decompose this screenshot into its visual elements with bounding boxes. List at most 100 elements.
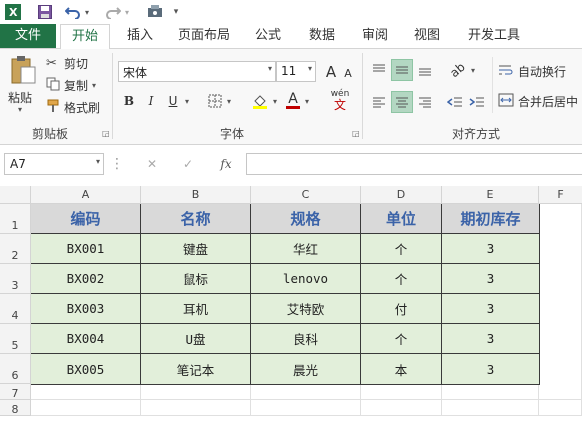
align-middle-button[interactable] bbox=[391, 59, 413, 81]
cell-a7[interactable] bbox=[31, 384, 141, 400]
cell-d8[interactable] bbox=[361, 400, 442, 416]
bold-button[interactable]: B bbox=[120, 91, 138, 111]
enter-button[interactable]: ✓ bbox=[176, 153, 200, 175]
table-cell[interactable]: BX003 bbox=[31, 294, 141, 324]
cell-c7[interactable] bbox=[251, 384, 361, 400]
tab-data[interactable]: 数据 bbox=[298, 24, 346, 48]
cell-b7[interactable] bbox=[141, 384, 251, 400]
tab-view[interactable]: 视图 bbox=[404, 24, 450, 48]
table-header-cell[interactable]: 单位 bbox=[361, 204, 442, 234]
touch-mode-icon[interactable] bbox=[146, 3, 164, 21]
table-cell[interactable]: 3 bbox=[442, 234, 540, 264]
cell-c8[interactable] bbox=[251, 400, 361, 416]
table-header-cell[interactable]: 期初库存 bbox=[442, 204, 540, 234]
insert-function-button[interactable]: fx bbox=[214, 153, 238, 175]
cell-f8[interactable] bbox=[539, 400, 582, 416]
column-header-b[interactable]: B bbox=[141, 186, 251, 204]
paste-button[interactable]: 粘贴 bbox=[8, 89, 32, 106]
row-header-8[interactable]: 8 bbox=[0, 400, 31, 416]
cell-e7[interactable] bbox=[442, 384, 539, 400]
copy-button[interactable]: 复制 ▾ bbox=[46, 77, 96, 93]
row-header-4[interactable]: 4 bbox=[0, 294, 31, 324]
clipboard-launcher-icon[interactable]: ◲ bbox=[102, 129, 110, 138]
increase-indent-button[interactable] bbox=[466, 91, 488, 113]
font-color-button[interactable]: A bbox=[284, 89, 302, 111]
table-cell[interactable]: 个 bbox=[361, 324, 442, 354]
table-cell[interactable]: 鼠标 bbox=[141, 264, 251, 294]
customize-icon[interactable]: ▾ bbox=[170, 3, 182, 21]
orientation-dropdown-icon[interactable]: ▾ bbox=[468, 59, 478, 81]
table-header-cell[interactable]: 编码 bbox=[31, 204, 141, 234]
table-cell[interactable]: 笔记本 bbox=[141, 354, 251, 385]
redo-dropdown-icon[interactable]: ▾ bbox=[122, 3, 132, 21]
orientation-button[interactable]: ab bbox=[446, 59, 468, 81]
tab-home[interactable]: 开始 bbox=[60, 24, 110, 49]
row-header-1[interactable]: 1 bbox=[0, 204, 31, 234]
italic-button[interactable]: I bbox=[142, 91, 160, 111]
align-top-button[interactable] bbox=[368, 59, 390, 81]
align-right-button[interactable] bbox=[414, 91, 436, 113]
table-cell[interactable]: 晨光 bbox=[251, 354, 361, 385]
table-header-cell[interactable]: 规格 bbox=[251, 204, 361, 234]
tab-file[interactable]: 文件 bbox=[0, 24, 56, 48]
borders-dropdown-icon[interactable]: ▾ bbox=[224, 91, 234, 111]
cell-b8[interactable] bbox=[141, 400, 251, 416]
table-cell[interactable]: 3 bbox=[442, 324, 540, 354]
font-color-dropdown-icon[interactable]: ▾ bbox=[302, 91, 312, 111]
table-cell[interactable]: BX005 bbox=[31, 354, 141, 385]
fill-color-dropdown-icon[interactable]: ▾ bbox=[270, 91, 280, 111]
table-cell[interactable]: 个 bbox=[361, 234, 442, 264]
align-center-button[interactable] bbox=[391, 91, 413, 113]
cancel-button[interactable]: ✕ bbox=[140, 153, 164, 175]
table-cell[interactable]: U盘 bbox=[141, 324, 251, 354]
borders-button[interactable] bbox=[206, 91, 224, 111]
copy-dropdown-icon[interactable]: ▾ bbox=[92, 81, 96, 90]
tab-review[interactable]: 审阅 bbox=[352, 24, 398, 48]
column-header-c[interactable]: C bbox=[251, 186, 361, 204]
column-header-f[interactable]: F bbox=[539, 186, 582, 204]
row-header-2[interactable]: 2 bbox=[0, 234, 31, 264]
align-bottom-button[interactable] bbox=[414, 59, 436, 81]
table-cell[interactable]: BX002 bbox=[31, 264, 141, 294]
row-header-6[interactable]: 6 bbox=[0, 354, 31, 384]
table-cell[interactable]: 本 bbox=[361, 354, 442, 385]
formula-input[interactable] bbox=[246, 153, 582, 175]
fill-color-button[interactable] bbox=[250, 91, 270, 111]
table-cell[interactable]: 耳机 bbox=[141, 294, 251, 324]
tab-insert[interactable]: 插入 bbox=[118, 24, 162, 48]
cell-d7[interactable] bbox=[361, 384, 442, 400]
save-icon[interactable] bbox=[36, 3, 54, 21]
table-cell[interactable]: 个 bbox=[361, 264, 442, 294]
select-all-corner[interactable] bbox=[0, 186, 31, 204]
undo-icon[interactable] bbox=[64, 3, 82, 21]
table-cell[interactable]: 艾特欧 bbox=[251, 294, 361, 324]
font-size-select[interactable]: 11 ▾ bbox=[276, 61, 316, 82]
table-cell[interactable]: 良科 bbox=[251, 324, 361, 354]
paste-icon[interactable] bbox=[6, 55, 40, 85]
font-name-select[interactable]: 宋体 ▾ bbox=[118, 61, 276, 82]
row-header-5[interactable]: 5 bbox=[0, 324, 31, 354]
tab-formulas[interactable]: 公式 bbox=[246, 24, 290, 48]
table-cell[interactable]: 3 bbox=[442, 294, 540, 324]
wrap-text-button[interactable]: 自动换行 bbox=[498, 61, 566, 81]
table-cell[interactable]: 付 bbox=[361, 294, 442, 324]
column-header-d[interactable]: D bbox=[361, 186, 442, 204]
format-painter-button[interactable]: 格式刷 bbox=[46, 99, 100, 115]
tab-developer[interactable]: 开发工具 bbox=[458, 24, 530, 48]
cell-e8[interactable] bbox=[442, 400, 539, 416]
decrease-indent-button[interactable] bbox=[444, 91, 466, 113]
cut-button[interactable]: ✂ 剪切 bbox=[46, 55, 88, 71]
underline-dropdown-icon[interactable]: ▾ bbox=[182, 91, 192, 111]
decrease-font-size-button[interactable]: A bbox=[340, 64, 356, 82]
table-cell[interactable]: BX001 bbox=[31, 234, 141, 264]
table-cell[interactable]: lenovo bbox=[251, 264, 361, 294]
redo-icon[interactable] bbox=[104, 3, 122, 21]
tab-page-layout[interactable]: 页面布局 bbox=[170, 24, 238, 48]
cell-a8[interactable] bbox=[31, 400, 141, 416]
phonetic-button[interactable]: wén 文 bbox=[326, 89, 354, 111]
table-cell[interactable]: 华红 bbox=[251, 234, 361, 264]
undo-dropdown-icon[interactable]: ▾ bbox=[82, 3, 92, 21]
table-header-cell[interactable]: 名称 bbox=[141, 204, 251, 234]
table-cell[interactable]: BX004 bbox=[31, 324, 141, 354]
table-cell[interactable]: 键盘 bbox=[141, 234, 251, 264]
